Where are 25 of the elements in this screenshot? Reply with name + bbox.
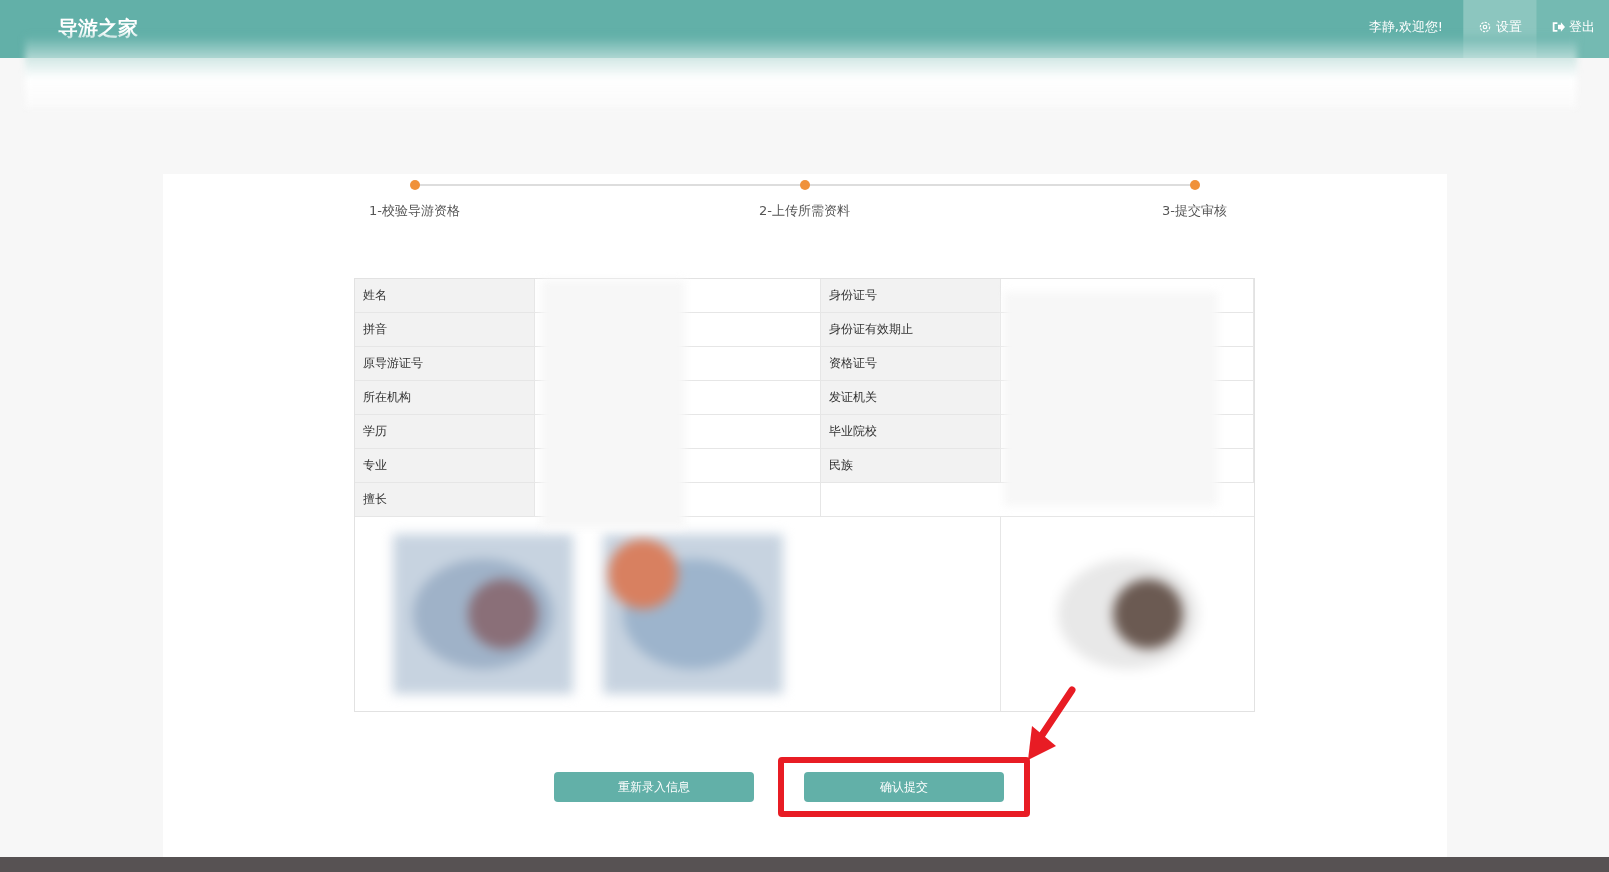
submit-button[interactable]: 确认提交 <box>803 772 1004 802</box>
field-label: 所在机构 <box>355 381 535 415</box>
field-label: 资格证号 <box>821 347 1001 381</box>
gear-icon <box>1478 20 1492 34</box>
welcome-text: 李静,欢迎您! <box>1368 18 1443 36</box>
field-label: 学历 <box>355 415 535 449</box>
step-dot <box>799 180 810 190</box>
logout-icon <box>1551 20 1565 34</box>
step-dot <box>409 180 420 190</box>
field-label: 姓名 <box>355 279 535 313</box>
submit-button[interactable]: 重新录入信息 <box>553 772 754 802</box>
field-label: 毕业院校 <box>821 415 1001 449</box>
step-label: 2-上传所需资料 <box>759 202 850 220</box>
field-label: 原导游证号 <box>355 347 535 381</box>
site-logo: 导游之家 <box>58 14 138 42</box>
field-label: 拼音 <box>355 313 535 347</box>
step-label: 1-校验导游资格 <box>369 202 460 220</box>
field-label: 发证机关 <box>821 381 1001 415</box>
step-label: 3-提交审核 <box>1162 202 1227 220</box>
field-label: 擅长 <box>355 483 535 517</box>
field-label: 民族 <box>821 449 1001 483</box>
field-label: 身份证有效期止 <box>821 313 1001 347</box>
field-label: 身份证号 <box>821 279 1001 313</box>
field-label: 专业 <box>355 449 535 483</box>
step-dot <box>1189 180 1200 190</box>
